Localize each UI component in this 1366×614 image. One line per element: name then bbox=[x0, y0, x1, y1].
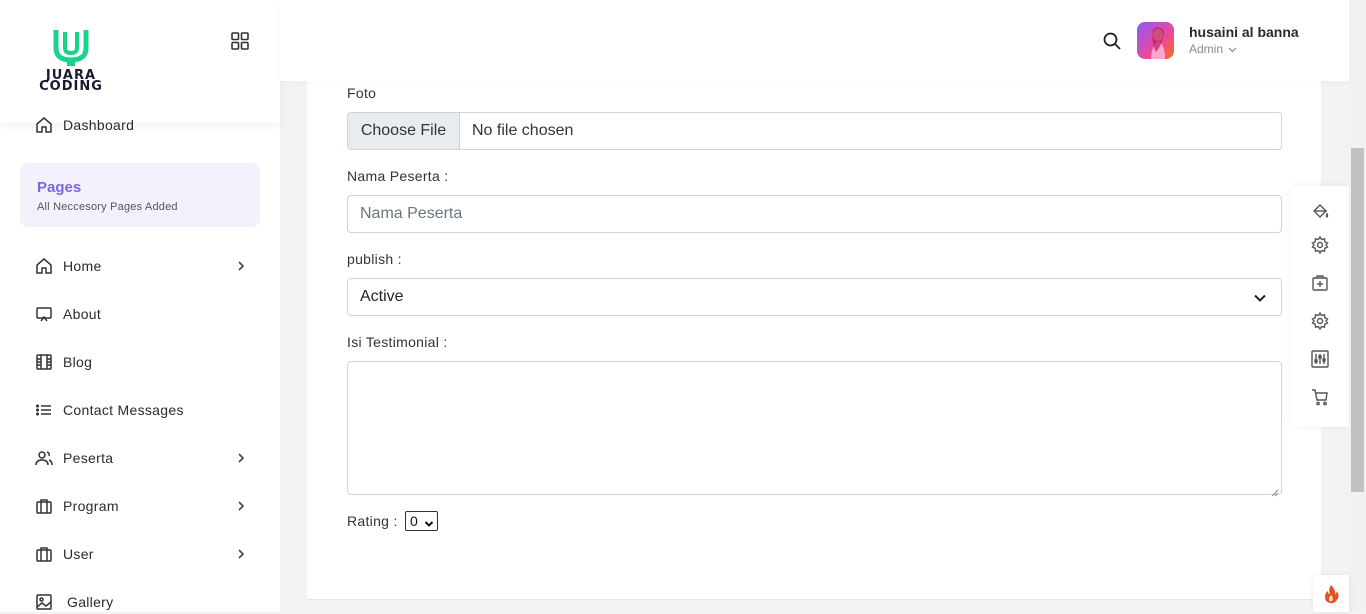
sidebar-item-gallery[interactable]: Gallery bbox=[34, 590, 254, 614]
film-icon bbox=[34, 352, 54, 372]
user-role-label: Admin bbox=[1189, 42, 1224, 56]
home-icon bbox=[34, 256, 54, 276]
sidebar-item-program[interactable]: Program bbox=[34, 494, 254, 518]
sidebar-item-blog[interactable]: Blog bbox=[34, 350, 254, 374]
sidebar-item-peserta[interactable]: Peserta bbox=[34, 446, 254, 470]
nama-peserta-label: Nama Peserta : bbox=[347, 168, 449, 184]
user-role[interactable]: Admin bbox=[1189, 42, 1237, 56]
logo-area: JUARA CODING bbox=[0, 0, 280, 122]
logo[interactable]: JUARA CODING bbox=[34, 26, 108, 96]
chevron-right-icon bbox=[234, 499, 248, 513]
sliders-icon[interactable] bbox=[1310, 349, 1330, 369]
grid-menu-icon[interactable] bbox=[230, 31, 250, 51]
pages-title: Pages bbox=[37, 179, 82, 196]
logo-line2: CODING bbox=[39, 79, 103, 94]
sidebar-item-contact-messages[interactable]: Contact Messages bbox=[34, 398, 254, 422]
rating-select[interactable]: 0 bbox=[405, 511, 438, 531]
publish-select[interactable]: Active bbox=[347, 278, 1282, 316]
sidebar-item-dashboard[interactable]: Dashboard bbox=[34, 113, 254, 137]
screen-icon bbox=[34, 304, 54, 324]
search-icon[interactable] bbox=[1102, 31, 1122, 51]
fire-icon[interactable] bbox=[1313, 575, 1349, 612]
rating-label: Rating : bbox=[347, 513, 398, 529]
sidebar-item-label: Dashboard bbox=[63, 117, 135, 133]
paint-bucket-icon[interactable] bbox=[1310, 202, 1330, 222]
avatar[interactable] bbox=[1137, 22, 1174, 59]
chevron-right-icon bbox=[234, 259, 248, 273]
cart-icon[interactable] bbox=[1310, 387, 1330, 407]
sidebar-item-label: Contact Messages bbox=[63, 402, 184, 418]
foto-file-input[interactable]: Choose File No file chosen bbox=[347, 112, 1282, 150]
top-header: husaini al banna Admin bbox=[280, 0, 1349, 81]
publish-selected-value: Active bbox=[360, 288, 404, 305]
foto-label: Foto bbox=[347, 85, 377, 101]
sidebar-item-home[interactable]: Home bbox=[34, 254, 254, 278]
sidebar-item-label: Gallery bbox=[67, 594, 114, 610]
page-scrollbar[interactable] bbox=[1349, 0, 1366, 612]
sidebar-item-user[interactable]: User bbox=[34, 542, 254, 566]
chevron-right-icon bbox=[234, 451, 248, 465]
sidebar-item-label: About bbox=[63, 306, 102, 322]
sidebar-item-label: Blog bbox=[63, 354, 93, 370]
sidebar-item-label: Home bbox=[63, 258, 102, 274]
sidebar-item-label: Peserta bbox=[63, 450, 114, 466]
sidebar-item-about[interactable]: About bbox=[34, 302, 254, 326]
file-status: No file chosen bbox=[472, 122, 574, 139]
logo-icon bbox=[53, 30, 89, 66]
isi-testimonial-label: Isi Testimonial : bbox=[347, 334, 448, 350]
list-icon bbox=[34, 400, 54, 420]
scroll-thumb[interactable] bbox=[1351, 148, 1364, 492]
briefcase-plus-icon[interactable] bbox=[1310, 273, 1330, 293]
sidebar-item-label: User bbox=[63, 546, 94, 562]
briefcase-icon bbox=[34, 544, 54, 564]
pages-subtitle: All Neccesory Pages Added bbox=[37, 201, 178, 213]
gear-icon[interactable] bbox=[1310, 311, 1330, 331]
sidebar-item-label: Program bbox=[63, 498, 119, 514]
briefcase-icon bbox=[34, 496, 54, 516]
resize-handle-icon[interactable] bbox=[1271, 484, 1279, 497]
image-icon bbox=[34, 592, 54, 612]
rating-selected-value: 0 bbox=[410, 513, 418, 529]
users-icon bbox=[34, 448, 54, 468]
sidebar: JUARA CODING Dashboard Pages All Necceso… bbox=[0, 0, 280, 612]
user-name[interactable]: husaini al banna bbox=[1189, 24, 1299, 40]
chevron-down-icon bbox=[1253, 291, 1267, 305]
pages-section: Pages All Neccesory Pages Added bbox=[20, 163, 260, 227]
home-icon bbox=[34, 115, 54, 135]
isi-testimonial-textarea[interactable] bbox=[347, 361, 1282, 497]
chevron-right-icon bbox=[234, 547, 248, 561]
gear-icon[interactable] bbox=[1310, 235, 1330, 255]
chevron-down-icon bbox=[1228, 47, 1237, 53]
chevron-down-icon bbox=[424, 516, 434, 527]
publish-label: publish : bbox=[347, 251, 402, 267]
settings-tool-panel bbox=[1291, 186, 1349, 427]
choose-file-button[interactable]: Choose File bbox=[348, 113, 460, 149]
nama-peserta-input[interactable] bbox=[347, 195, 1282, 233]
